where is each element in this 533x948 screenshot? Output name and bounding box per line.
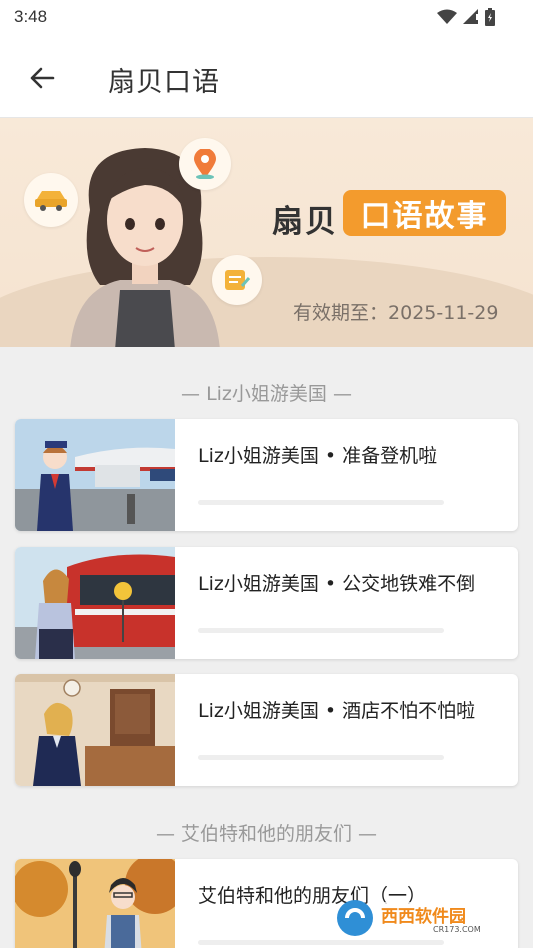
lesson-card[interactable]: Liz小姐游美国 • 准备登机啦 xyxy=(15,419,518,531)
arrow-left-icon xyxy=(30,67,55,89)
section-title: — 艾伯特和他的朋友们 — xyxy=(155,823,378,845)
battery-icon xyxy=(485,8,495,26)
location-bubble xyxy=(179,138,231,190)
app-bar: 扇贝口语 xyxy=(0,36,533,118)
lesson-progress-bar xyxy=(198,755,444,760)
lesson-progress-bar xyxy=(198,940,444,945)
lesson-card[interactable]: Liz小姐游美国 • 公交地铁难不倒 xyxy=(15,547,518,659)
watermark-subtext: CR173.COM xyxy=(433,925,481,934)
lesson-progress-bar xyxy=(198,628,444,633)
validity-date: 2025-11-29 xyxy=(388,302,499,324)
site-watermark: 西西软件园 CR173.COM xyxy=(337,900,518,936)
taxi-bubble xyxy=(24,173,78,227)
lesson-progress-bar xyxy=(198,500,444,505)
brand-pill: 口语故事 xyxy=(343,190,506,236)
lesson-title: Liz小姐游美国 • 酒店不怕不怕啦 xyxy=(198,700,476,722)
section-title: — Liz小姐游美国 — xyxy=(181,383,352,405)
status-time: 3:48 xyxy=(14,7,48,26)
lesson-card[interactable]: Liz小姐游美国 • 酒店不怕不怕啦 xyxy=(15,674,518,786)
validity-text: 有效期至：2025-11-29 xyxy=(293,298,498,325)
brand-name: 扇贝 xyxy=(272,204,338,240)
lesson-thumbnail xyxy=(15,419,175,531)
signal-icon xyxy=(463,9,478,24)
car-icon xyxy=(35,191,67,211)
back-button[interactable] xyxy=(22,58,62,98)
validity-label: 有效期至： xyxy=(293,302,389,324)
lesson-title: Liz小姐游美国 • 公交地铁难不倒 xyxy=(198,573,476,595)
lesson-title: Liz小姐游美国 • 准备登机啦 xyxy=(198,445,438,467)
map-pin-icon xyxy=(194,149,216,179)
note-bubble xyxy=(212,255,262,305)
lesson-thumbnail xyxy=(15,674,175,786)
wifi-icon xyxy=(437,9,457,24)
notepad-icon xyxy=(225,270,250,290)
lesson-thumbnail xyxy=(15,547,175,659)
page-title: 扇贝口语 xyxy=(108,67,220,98)
lesson-thumbnail xyxy=(15,859,175,948)
course-banner: 扇贝 口语故事 有效期至：2025-11-29 xyxy=(0,118,533,347)
status-bar: 3:48 xyxy=(0,0,533,36)
watermark-text: 西西软件园 xyxy=(381,906,466,927)
status-icons xyxy=(437,8,495,26)
